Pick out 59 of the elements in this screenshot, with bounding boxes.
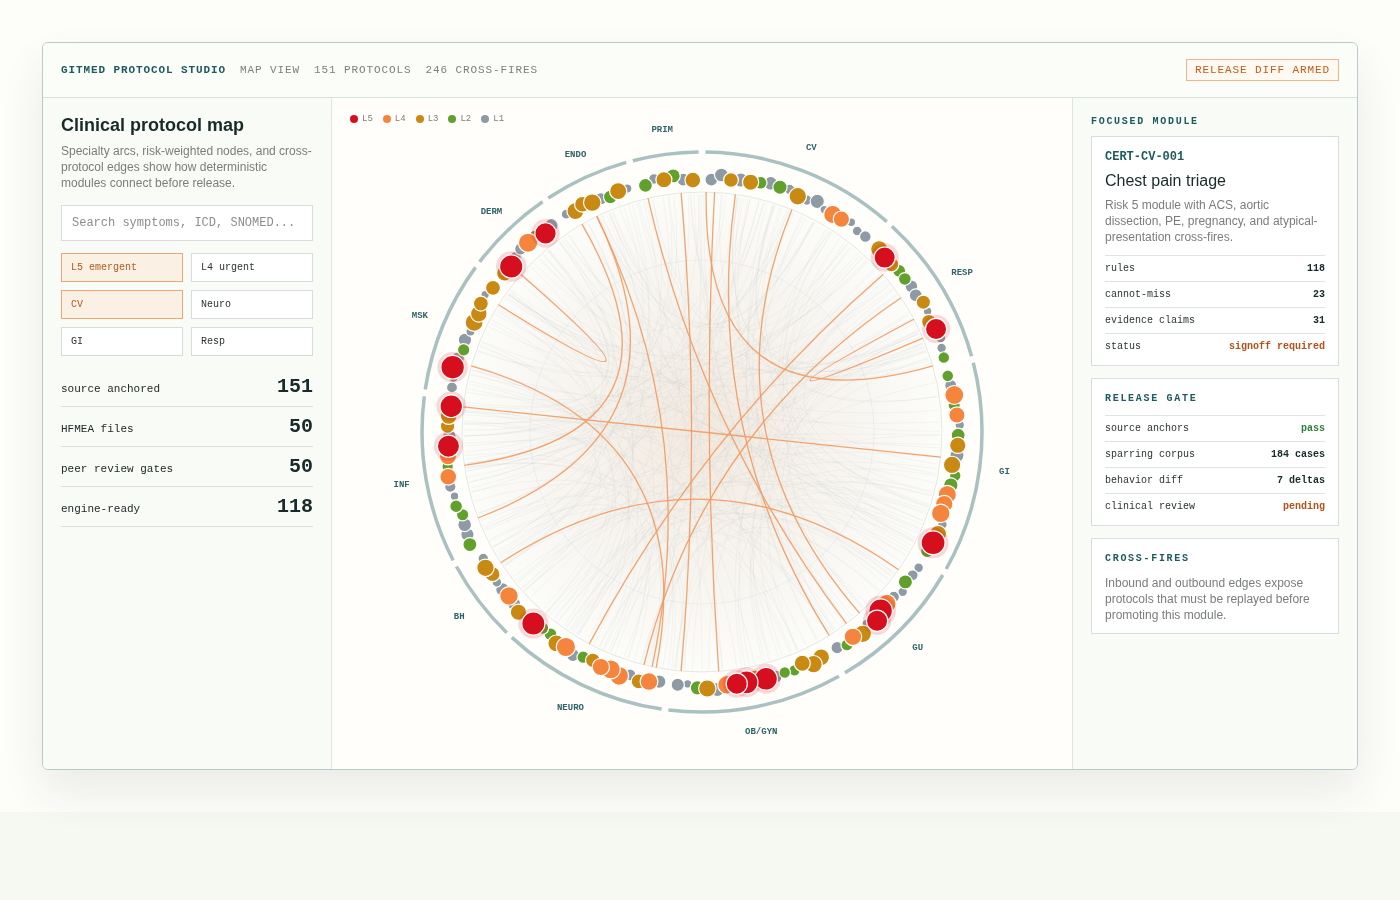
header-stat: 246 CROSS-FIRES	[425, 64, 539, 76]
row-value: 23	[1313, 289, 1325, 300]
stat-label: peer review gates	[61, 461, 174, 475]
specialty-label: ENDO	[564, 149, 587, 160]
row-value: pending	[1283, 501, 1325, 512]
section-heading: FOCUSED MODULE	[1091, 116, 1200, 128]
filter-chip[interactable]: CV	[61, 290, 183, 319]
legend-label: L3	[427, 114, 439, 124]
row-label: behavior diff	[1105, 475, 1183, 486]
filter-chip[interactable]: GI	[61, 327, 183, 356]
row-label: status	[1105, 341, 1141, 352]
filter-chip[interactable]: Resp	[191, 327, 313, 356]
app-title: GITMED PROTOCOL STUDIO	[61, 64, 227, 76]
specialty-label: INF	[393, 480, 410, 491]
row-value: 31	[1313, 315, 1325, 326]
specialty-arc	[632, 150, 699, 163]
row-label: cannot-miss	[1105, 289, 1171, 300]
stat-label: source anchored	[61, 381, 161, 395]
row-label: clinical review	[1105, 501, 1195, 512]
specialty-label: CV	[805, 142, 817, 153]
row-label: source anchors	[1105, 423, 1189, 434]
filter-chip[interactable]: L4 urgent	[191, 253, 313, 282]
row-label: sparring corpus	[1105, 449, 1195, 460]
stat-value: 50	[289, 455, 313, 478]
header-stat: 151 PROTOCOLS	[314, 64, 412, 76]
row-label: evidence claims	[1105, 315, 1195, 326]
legend-label: L4	[394, 114, 406, 124]
stat-value: 50	[289, 415, 313, 438]
card-heading: RELEASE GATE	[1105, 393, 1199, 405]
row-value: 184 cases	[1271, 449, 1325, 460]
release-status-badge: RELEASE DIFF ARMED	[1185, 59, 1339, 81]
stat-value: 151	[277, 375, 313, 398]
search-field[interactable]: Search symptoms, ICD, SNOMED...	[61, 205, 313, 241]
header-stat: MAP VIEW	[240, 64, 301, 76]
stat-label: engine-ready	[61, 501, 141, 515]
card-heading: CROSS-FIRES	[1105, 553, 1191, 565]
module-id: CERT-CV-001	[1105, 150, 1186, 164]
legend-label: L5	[362, 114, 373, 124]
specialty-label: OB/GYN	[745, 726, 778, 737]
panel-description: Specialty arcs, risk-weighted nodes, and cross-protocol edges show how deterministic modules connect before release.	[61, 143, 313, 191]
legend-label: L2	[460, 114, 472, 124]
legend-label: L1	[493, 114, 505, 124]
stat-label: HFMEA files	[61, 421, 134, 435]
module-description: Risk 5 module with ACS, aortic dissection, PE, pregnancy, and atypical-presentation cross-fires.	[1105, 197, 1319, 245]
specialty-label: MSK	[411, 311, 428, 322]
filter-chip[interactable]: Neuro	[191, 290, 313, 319]
panel-title: Clinical protocol map	[61, 114, 246, 137]
specialty-label: NEURO	[556, 702, 584, 713]
row-value: 118	[1307, 263, 1325, 274]
module-title: Chest pain triage	[1105, 171, 1227, 191]
row-value: 7 deltas	[1277, 475, 1325, 486]
cross-fires-description: Inbound and outbound edges expose protocols that must be replayed before promoting this module.	[1105, 575, 1311, 623]
stat-value: 118	[277, 495, 313, 518]
filter-chip[interactable]: L5 emergent	[61, 253, 183, 282]
row-value: pass	[1301, 423, 1325, 434]
row-label: rules	[1105, 263, 1135, 274]
specialty-label: PRIM	[651, 125, 673, 135]
specialty-label: GI	[999, 467, 1010, 478]
row-value: signoff required	[1229, 341, 1325, 352]
